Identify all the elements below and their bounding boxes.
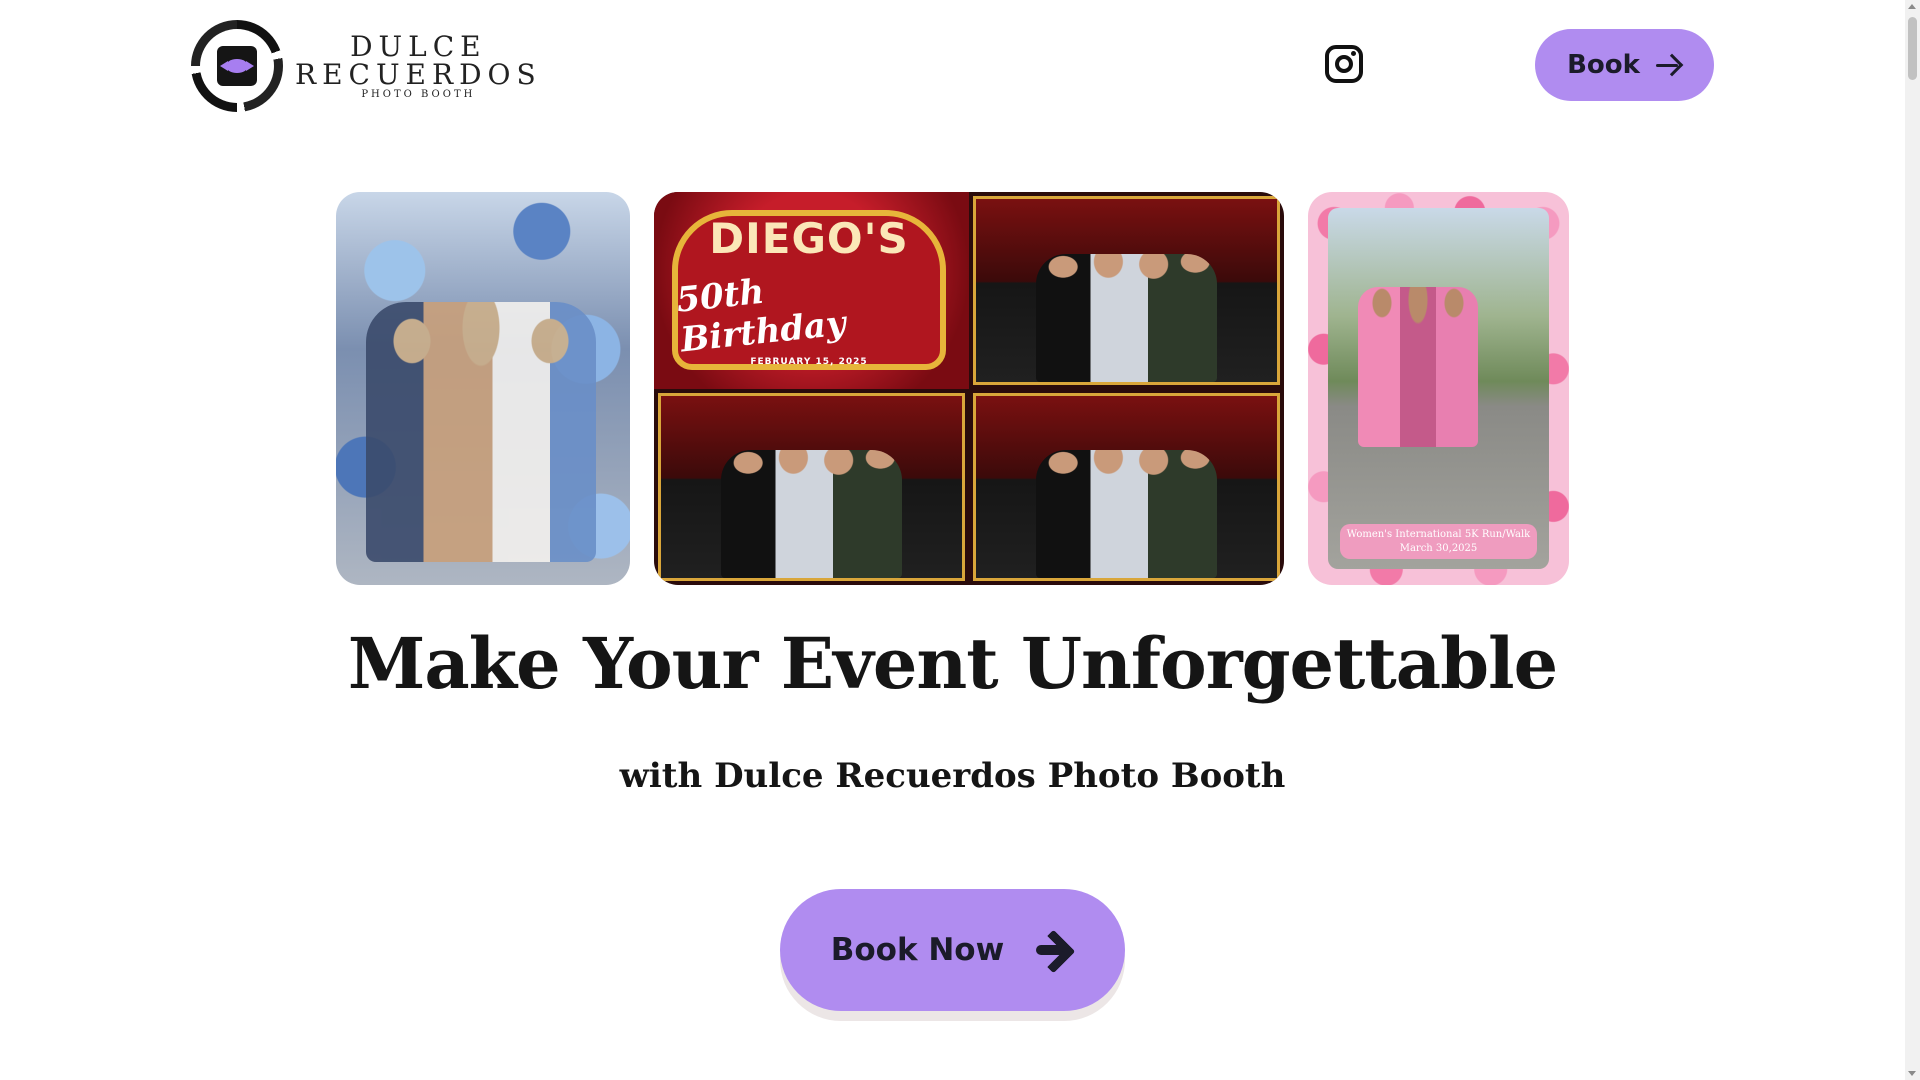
scrollbar-thumb[interactable] — [1908, 17, 1917, 80]
book-now-button[interactable]: Book Now — [780, 889, 1125, 1011]
arrow-right-icon — [1036, 932, 1074, 968]
logo-line-2: RECUERDOS — [295, 57, 542, 91]
run-caption-line-1: Women's International 5K Run/Walk — [1346, 529, 1531, 540]
birthday-subtitle: 50th Birthday — [674, 271, 848, 360]
gallery-photo-cowgirls — [336, 192, 630, 585]
book-now-label: Book Now — [830, 932, 1005, 968]
birthday-title-card: DIEGO'S 50th Birthday FEBRUARY 15, 2025 — [672, 210, 946, 370]
candy-icon — [220, 59, 254, 73]
book-button-label: Book — [1567, 50, 1640, 80]
run-caption-line-2: March 30,2025 — [1399, 542, 1478, 554]
hero-subheadline: with Dulce Recuerdos Photo Booth — [619, 756, 1286, 796]
arrow-right-icon — [1655, 55, 1682, 75]
gallery-photo-birthday-strip: DIEGO'S 50th Birthday FEBRUARY 15, 2025 — [654, 192, 1284, 585]
logo-line-1: DULCE — [350, 29, 487, 63]
instagram-icon[interactable] — [1325, 45, 1363, 83]
logo[interactable]: DULCE RECUERDOS PHOTO BOOTH — [191, 20, 536, 112]
run-caption: Women's International 5K Run/Walk March … — [1340, 524, 1537, 559]
scroll-down-icon[interactable] — [1908, 1071, 1916, 1076]
logo-line-3: PHOTO BOOTH — [361, 88, 476, 100]
birthday-date: FEBRUARY 15, 2025 — [750, 356, 868, 367]
hero-headline: Make Your Event Unforgettable — [347, 622, 1558, 705]
logo-camera-icon — [191, 20, 283, 112]
gallery-photo-5k-run: Women's International 5K Run/Walk March … — [1308, 192, 1569, 585]
birthday-title: DIEGO'S — [709, 213, 909, 263]
scroll-up-icon[interactable] — [1908, 4, 1916, 9]
vertical-scrollbar[interactable] — [1905, 0, 1920, 1080]
book-button[interactable]: Book — [1535, 29, 1714, 101]
logo-wordmark: DULCE RECUERDOS PHOTO BOOTH — [295, 29, 542, 100]
